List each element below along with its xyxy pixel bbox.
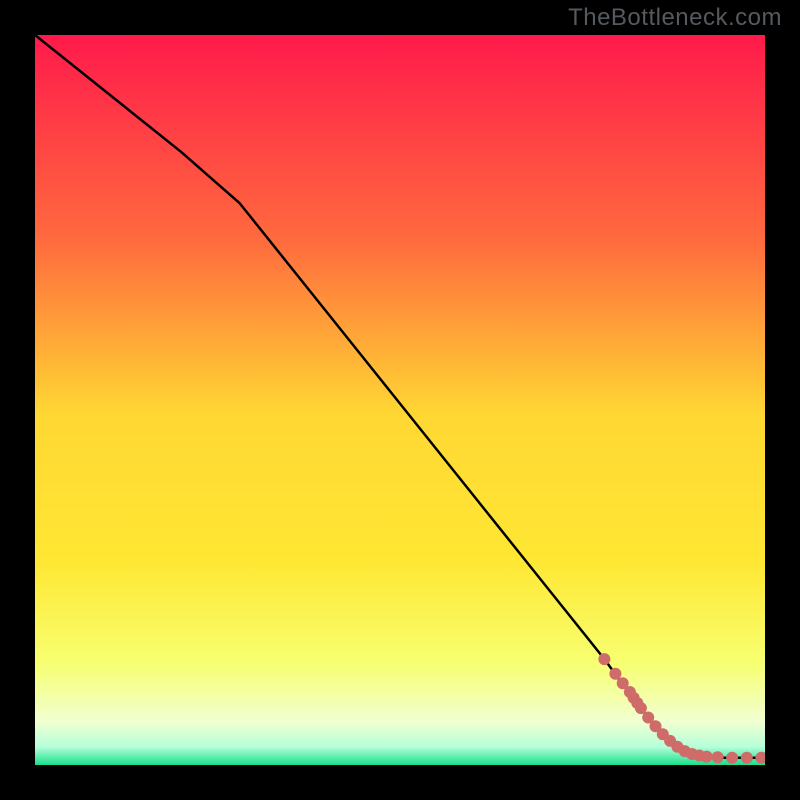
marker-dot xyxy=(712,751,724,763)
marker-dot xyxy=(701,751,713,763)
marker-dot xyxy=(598,653,610,665)
attribution-text: TheBottleneck.com xyxy=(568,4,782,32)
chart-svg xyxy=(35,35,765,765)
marker-dot xyxy=(635,702,647,714)
gradient-background xyxy=(35,35,765,765)
marker-dot xyxy=(726,752,738,764)
marker-dot xyxy=(741,752,753,764)
plot-area xyxy=(35,35,765,765)
marker-dot xyxy=(609,668,621,680)
chart-frame: TheBottleneck.com xyxy=(0,0,800,800)
